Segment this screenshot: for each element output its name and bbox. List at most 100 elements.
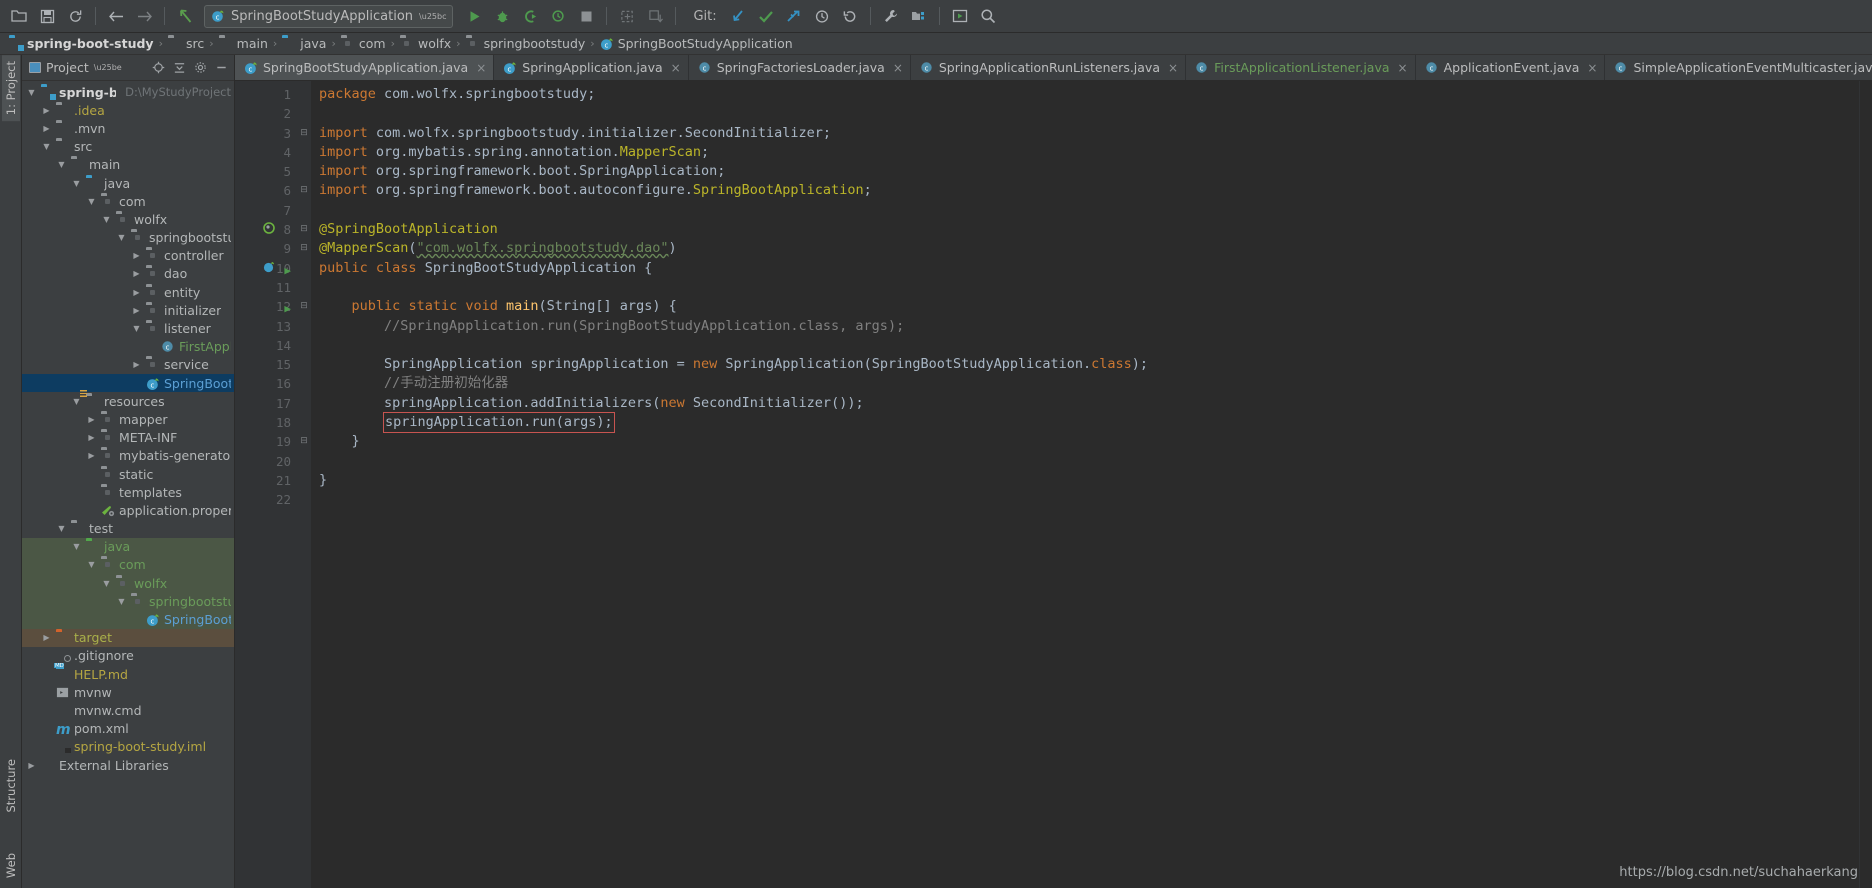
fold-marker-line-5[interactable] xyxy=(297,162,311,181)
fold-marker-line-9[interactable]: ⊟ xyxy=(297,239,311,258)
tree-node-external-libraries[interactable]: ▶ External Libraries xyxy=(22,756,234,774)
tree-node-src[interactable]: ▼ src xyxy=(22,138,234,156)
close-icon[interactable]: × xyxy=(1398,61,1408,75)
code-line-6[interactable]: import org.springframework.boot.autoconf… xyxy=(319,181,1859,200)
fold-marker-line-1[interactable] xyxy=(297,85,311,104)
tree-node-mybatis-generator[interactable]: ▶ mybatis-generator xyxy=(22,447,234,465)
code-line-18[interactable]: springApplication.run(args); xyxy=(319,412,1859,434)
chevron-down-icon[interactable]: \u25bc xyxy=(419,12,446,21)
tab-springapplicationrunlisteners[interactable]: c SpringApplicationRunListeners.java × xyxy=(910,55,1187,80)
gutter-line-21[interactable]: 21 xyxy=(235,471,297,490)
fold-marker-line-22[interactable] xyxy=(297,490,311,509)
tab-springbootstudyapplication[interactable]: c SpringBootStudyApplication.java × xyxy=(235,55,495,80)
chevron-down-icon[interactable]: ▼ xyxy=(131,324,142,333)
chevron-down-icon[interactable]: ▼ xyxy=(116,233,127,242)
tab-simpleapplicationeventmulticaster[interactable]: cSimpleApplicationEventMulticaster.java× xyxy=(1605,55,1872,80)
tree-node-firstapplicationlistener[interactable]: · c FirstApplicationListener xyxy=(22,338,234,356)
tree-node-entity[interactable]: ▶ entity xyxy=(22,283,234,301)
open-folder-icon[interactable] xyxy=(6,4,32,29)
tree-node-wolfx[interactable]: ▼ wolfx xyxy=(22,210,234,228)
tree-node-springbootstudyapplicationtests[interactable]: · c SpringBootStudyApplicationTests xyxy=(22,610,234,629)
chevron-right-icon[interactable]: ▶ xyxy=(41,106,52,115)
chevron-down-icon[interactable]: \u25be xyxy=(94,63,122,72)
tree-node-meta-inf[interactable]: ▶ META-INF xyxy=(22,429,234,447)
gutter-line-22[interactable]: 22 xyxy=(235,490,297,509)
chevron-down-icon[interactable]: ▼ xyxy=(116,597,127,606)
project-pane-title[interactable]: Project xyxy=(46,60,89,75)
chevron-down-icon[interactable]: ▼ xyxy=(101,579,112,588)
breadcrumb-item-main[interactable]: main xyxy=(216,36,271,51)
gutter-line-10[interactable]: 10 ▶ xyxy=(235,259,297,278)
fold-marker-line-7[interactable] xyxy=(297,201,311,220)
run-configuration-selector[interactable]: c SpringBootStudyApplication \u25bc xyxy=(204,4,454,28)
chevron-right-icon[interactable]: ▶ xyxy=(131,288,142,297)
profile-button[interactable] xyxy=(545,4,571,29)
gutter-line-18[interactable]: 18 xyxy=(235,413,297,432)
breadcrumb-item-com[interactable]: com xyxy=(338,36,389,51)
git-rollback-icon[interactable] xyxy=(837,4,863,29)
gutter-line-12[interactable]: 12 ▶ xyxy=(235,297,297,316)
chevron-down-icon[interactable]: ▼ xyxy=(86,197,97,206)
forward-icon[interactable] xyxy=(131,4,157,29)
fold-marker-line-3[interactable]: ⊟ xyxy=(297,124,311,143)
breadcrumb-item-java[interactable]: java xyxy=(279,36,329,51)
code-line-15[interactable]: SpringApplication springApplication = ne… xyxy=(319,355,1859,374)
close-icon[interactable]: × xyxy=(476,61,486,75)
chevron-down-icon[interactable]: ▼ xyxy=(56,524,67,533)
tab-firstapplicationlistener[interactable]: c FirstApplicationListener.java × xyxy=(1186,55,1416,80)
chevron-right-icon[interactable]: ▶ xyxy=(41,633,52,642)
fold-marker-line-2[interactable] xyxy=(297,104,311,123)
code-line-8[interactable]: @SpringBootApplication xyxy=(319,220,1859,239)
tree-node-mvnw[interactable]: · mvnw xyxy=(22,683,234,701)
gutter-line-19[interactable]: 19 xyxy=(235,432,297,451)
code-line-20[interactable] xyxy=(319,452,1859,471)
fold-marker-line-13[interactable] xyxy=(297,317,311,336)
code-line-16[interactable]: //手动注册初始化器 xyxy=(319,374,1859,393)
tree-node-main[interactable]: ▼ main xyxy=(22,156,234,174)
gutter-line-2[interactable]: 2 xyxy=(235,104,297,123)
chevron-right-icon[interactable]: ▶ xyxy=(131,269,142,278)
gutter-line-6[interactable]: 6 xyxy=(235,181,297,200)
tree-node-wolfx[interactable]: ▼ wolfx xyxy=(22,574,234,593)
select-opened-file-icon[interactable] xyxy=(947,4,973,29)
git-commit-icon[interactable] xyxy=(753,4,779,29)
tree-node-spring-boot-study[interactable]: ▼ spring-boot-study D:\MyStudyProject xyxy=(22,83,234,101)
fold-marker-line-19[interactable]: ⊟ xyxy=(297,432,311,451)
tree-node-com[interactable]: ▼ com xyxy=(22,192,234,210)
code-line-5[interactable]: import org.springframework.boot.SpringAp… xyxy=(319,162,1859,181)
fold-marker-line-15[interactable] xyxy=(297,355,311,374)
git-push-icon[interactable] xyxy=(781,4,807,29)
gutter-line-13[interactable]: 13 xyxy=(235,317,297,336)
update-resources-icon[interactable] xyxy=(642,4,668,29)
gutter-line-17[interactable]: 17 xyxy=(235,394,297,413)
collapse-all-icon[interactable] xyxy=(173,61,186,74)
chevron-right-icon[interactable]: ▶ xyxy=(86,433,97,442)
tree-node--mvn[interactable]: ▶ .mvn xyxy=(22,119,234,137)
tree-node-test[interactable]: ▼ test xyxy=(22,520,234,538)
code-line-9[interactable]: @MapperScan("com.wolfx.springbootstudy.d… xyxy=(319,239,1859,258)
gutter-line-7[interactable]: 7 xyxy=(235,201,297,220)
gutter-line-14[interactable]: 14 xyxy=(235,336,297,355)
chevron-down-icon[interactable]: ▼ xyxy=(41,142,52,151)
fold-marker-line-21[interactable] xyxy=(297,471,311,490)
gutter-line-5[interactable]: 5 xyxy=(235,162,297,181)
gutter-line-16[interactable]: 16 xyxy=(235,374,297,393)
fold-marker-line-17[interactable] xyxy=(297,394,311,413)
tree-node-springbootstudyapplication[interactable]: · c SpringBootStudyApplication xyxy=(22,374,234,393)
fold-marker-line-16[interactable] xyxy=(297,374,311,393)
fold-marker-line-14[interactable] xyxy=(297,336,311,355)
breadcrumb-item-spring-boot-study[interactable]: spring-boot-study xyxy=(6,36,157,51)
code-line-19[interactable]: } xyxy=(319,432,1859,451)
tree-node-mapper[interactable]: ▶ mapper xyxy=(22,410,234,428)
error-stripe-marker-bar[interactable] xyxy=(1859,81,1872,888)
fold-marker-line-8[interactable]: ⊟ xyxy=(297,220,311,239)
tree-node--idea[interactable]: ▶ .idea xyxy=(22,101,234,119)
fold-marker-line-20[interactable] xyxy=(297,452,311,471)
gutter-line-3[interactable]: 3 xyxy=(235,124,297,143)
chevron-down-icon[interactable]: ▼ xyxy=(71,397,82,406)
run-with-coverage-button[interactable] xyxy=(517,4,543,29)
sidebar-item-structure[interactable]: Structure xyxy=(2,753,20,819)
fold-marker-line-4[interactable] xyxy=(297,143,311,162)
chevron-down-icon[interactable]: ▼ xyxy=(86,560,97,569)
update-running-app-icon[interactable] xyxy=(614,4,640,29)
